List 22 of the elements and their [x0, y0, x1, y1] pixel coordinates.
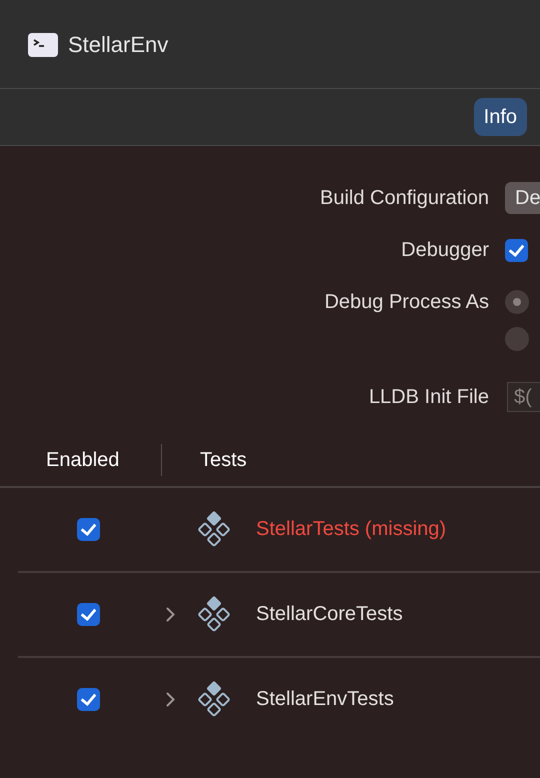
input-field[interactable]: $(	[507, 382, 540, 412]
radio-button[interactable]	[505, 327, 529, 351]
checkbox[interactable]	[505, 238, 528, 262]
window-title: StellarEnv	[68, 32, 168, 58]
field-label: Debug Process As	[324, 290, 489, 314]
radio-button[interactable]	[505, 290, 529, 314]
terminal-icon	[28, 33, 58, 57]
field-label: Build Configuration	[320, 186, 489, 210]
test-name: StellarTests (missing)	[256, 518, 446, 541]
test-name: StellarCoreTests	[256, 603, 403, 626]
test-name: StellarEnvTests	[256, 688, 394, 711]
checkbox[interactable]	[77, 688, 100, 711]
column-header[interactable]: Tests	[200, 448, 247, 472]
chevron-icon[interactable]	[166, 607, 175, 622]
popup-button[interactable]: De	[505, 182, 540, 214]
field-label: LLDB Init File	[368, 386, 489, 408]
field-label: Debugger	[401, 238, 489, 262]
column-header[interactable]: Enabled	[46, 448, 161, 472]
checkbox[interactable]	[77, 603, 100, 626]
tab[interactable]: Info	[474, 98, 527, 136]
checkbox[interactable]	[77, 518, 100, 541]
chevron-icon[interactable]	[166, 692, 175, 707]
